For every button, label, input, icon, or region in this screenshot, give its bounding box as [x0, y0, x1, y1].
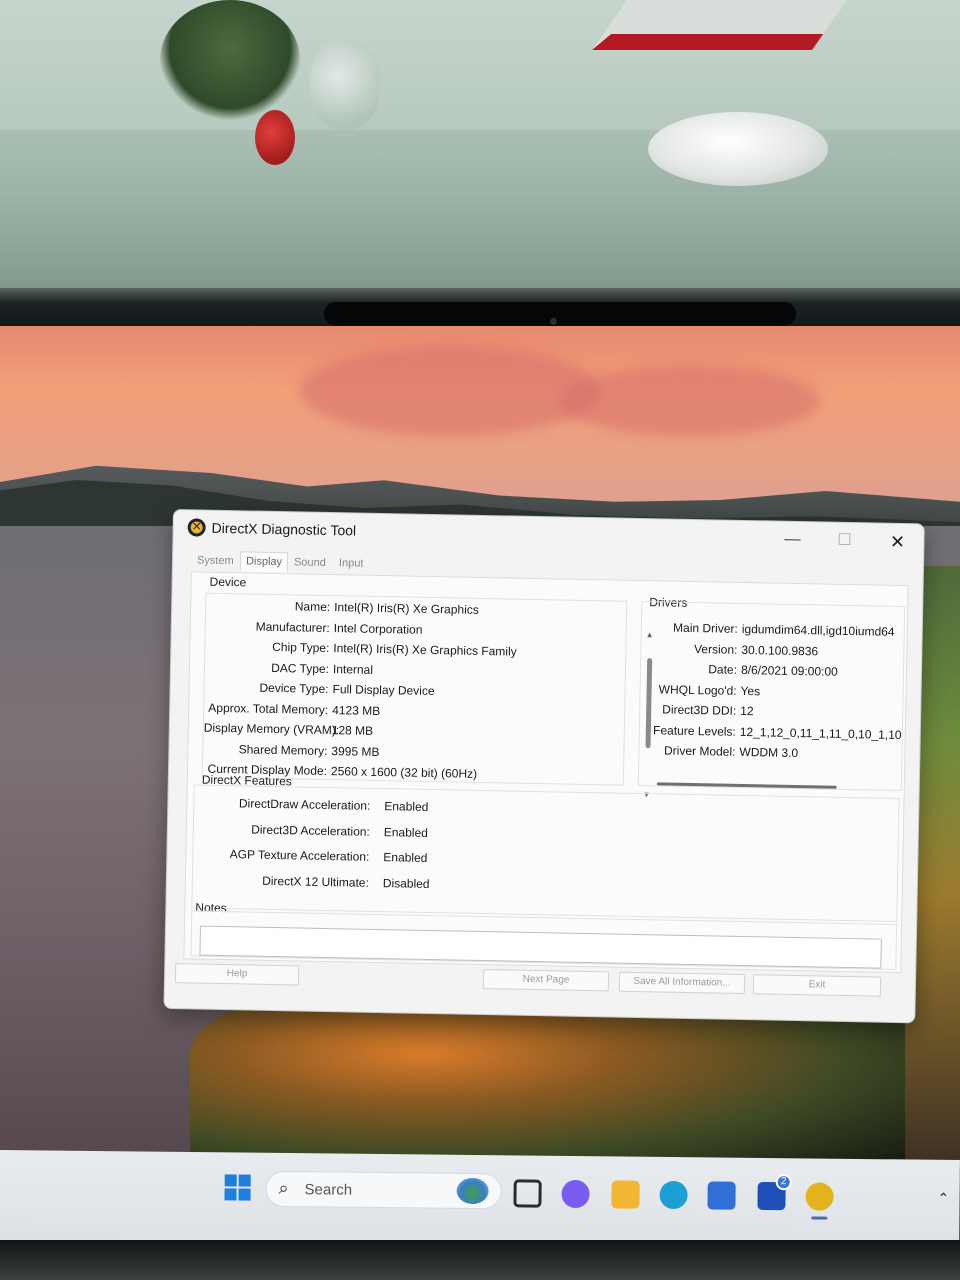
tab-display[interactable]: Display [239, 551, 289, 573]
directx-diagnostic-window[interactable]: DirectX Diagnostic Tool — ☐ ✕ System Dis… [163, 509, 925, 1024]
tab-sound[interactable]: Sound [288, 552, 332, 573]
feature-row-value: Enabled [383, 850, 428, 865]
chevron-up-icon[interactable]: ⌃ [937, 1190, 949, 1207]
driver-row-label: WHQL Logo'd: [658, 681, 737, 698]
device-info-list[interactable]: Name: Intel(R) Iris(R) Xe Graphics Manufac… [201, 592, 654, 799]
next-page-button[interactable]: Next Page [482, 969, 610, 992]
driver-row-value: 12_1,12_0,11_1,11_0,10_1,10 [739, 724, 902, 742]
driver-row-label: Main Driver: [672, 620, 738, 636]
search-icon: ⌕ [278, 1177, 289, 1199]
notification-badge: 2 [775, 1174, 792, 1191]
device-row-value: 4123 MB [332, 702, 381, 718]
webcam-notch [324, 302, 796, 326]
device-row-label: Approx. Total Memory: [208, 700, 329, 717]
maximize-button[interactable]: ☐ [829, 529, 859, 554]
driver-row-label: Direct3D DDI: [662, 702, 737, 718]
wallpaper-cloud [560, 366, 820, 436]
driver-row-value: WDDM 3.0 [739, 744, 799, 761]
save-all-information-button[interactable]: Save All Information... [618, 971, 746, 995]
glass-vase [310, 40, 380, 130]
device-row-value: 128 MB [331, 723, 374, 738]
display-tab-panel: Device Name: Intel(R) Iris(R) Xe Graphics… [183, 571, 909, 974]
window-title: DirectX Diagnostic Tool [211, 519, 357, 539]
file-explorer-icon[interactable] [611, 1180, 640, 1209]
device-row-value: Intel(R) Iris(R) Xe Graphics Family [333, 641, 517, 659]
driver-row-value: 12 [740, 703, 754, 719]
plant [160, 0, 300, 120]
directx-logo-icon [187, 518, 206, 537]
driver-row-value: igdumdim64.dll,igd10iumd64 [741, 621, 895, 639]
device-row-label: Device Type: [259, 680, 329, 697]
tab-input[interactable]: Input [333, 553, 370, 574]
active-app-indicator [811, 1216, 828, 1220]
edge-icon[interactable] [659, 1180, 688, 1210]
device-row-value: Intel Corporation [333, 620, 423, 637]
notes-text-area[interactable] [199, 925, 882, 969]
task-view-icon[interactable] [513, 1179, 542, 1208]
driver-row-label: Driver Model: [663, 743, 736, 759]
directx-features-list: DirectDraw Acceleration: Enabled Direct3D … [191, 784, 900, 922]
drivers-horizontal-scrollbar[interactable] [656, 782, 837, 789]
driver-row-label: Version: [693, 641, 738, 657]
tab-system[interactable]: System [191, 550, 240, 571]
search-placeholder: Search [304, 1181, 353, 1199]
plant-berry [255, 110, 295, 165]
feature-row-label: DirectDraw Acceleration: [238, 796, 371, 813]
feature-row-label: DirectX 12 Ultimate: [262, 873, 370, 890]
windows-taskbar: ⌕ Search 2 ⌃ [0, 1150, 960, 1251]
feature-row-label: AGP Texture Acceleration: [229, 847, 370, 864]
device-row-label: DAC Type: [271, 660, 330, 676]
windows-start-icon[interactable] [224, 1174, 251, 1201]
feature-row-value: Disabled [382, 875, 430, 891]
search-highlight-icon [456, 1177, 489, 1205]
device-row-value: Internal [332, 661, 374, 677]
device-row-value: Intel(R) Iris(R) Xe Graphics [334, 600, 479, 617]
copilot-icon[interactable] [561, 1179, 590, 1209]
feature-row-value: Enabled [384, 799, 429, 814]
device-heading: Device [209, 574, 247, 590]
microsoft-store-icon[interactable] [707, 1181, 736, 1210]
laptop-bezel-bottom [0, 1240, 960, 1280]
feature-row-value: Enabled [383, 824, 429, 840]
exit-button[interactable]: Exit [752, 974, 882, 997]
driver-row-label: Feature Levels: [652, 722, 736, 739]
driver-row-value: 30.0.100.9836 [741, 642, 819, 658]
wallpaper-cloud [300, 346, 600, 436]
directx-diagnostic-icon[interactable] [805, 1182, 834, 1211]
feature-row-label: Direct3D Acceleration: [251, 822, 370, 839]
driver-row-value: Yes [740, 683, 761, 698]
device-row-label: Display Memory (VRAM): [203, 720, 340, 738]
webcam-lens [550, 318, 557, 325]
driver-row-label: Date: [708, 662, 738, 677]
taskbar-search-box[interactable]: ⌕ Search [265, 1170, 502, 1210]
minimize-button[interactable]: — [777, 528, 807, 553]
device-row-value: 3995 MB [331, 743, 380, 759]
desk-mouse [648, 112, 828, 186]
help-button[interactable]: Help [174, 963, 300, 986]
driver-row-value: 8/6/2021 09:00:00 [740, 662, 838, 679]
device-row-value: Full Display Device [332, 682, 435, 699]
device-row-value: 2560 x 1600 (32 bit) (60Hz) [330, 764, 478, 781]
device-row-label: Manufacturer: [255, 619, 330, 635]
drivers-info-list[interactable]: Main Driver: igdumdim64.dll,igd10iumd64 Ve… [637, 601, 906, 792]
device-row-label: Chip Type: [272, 639, 330, 656]
device-row-label: Shared Memory: [238, 741, 328, 758]
close-button[interactable]: ✕ [882, 530, 912, 555]
device-row-label: Name: [294, 599, 331, 615]
